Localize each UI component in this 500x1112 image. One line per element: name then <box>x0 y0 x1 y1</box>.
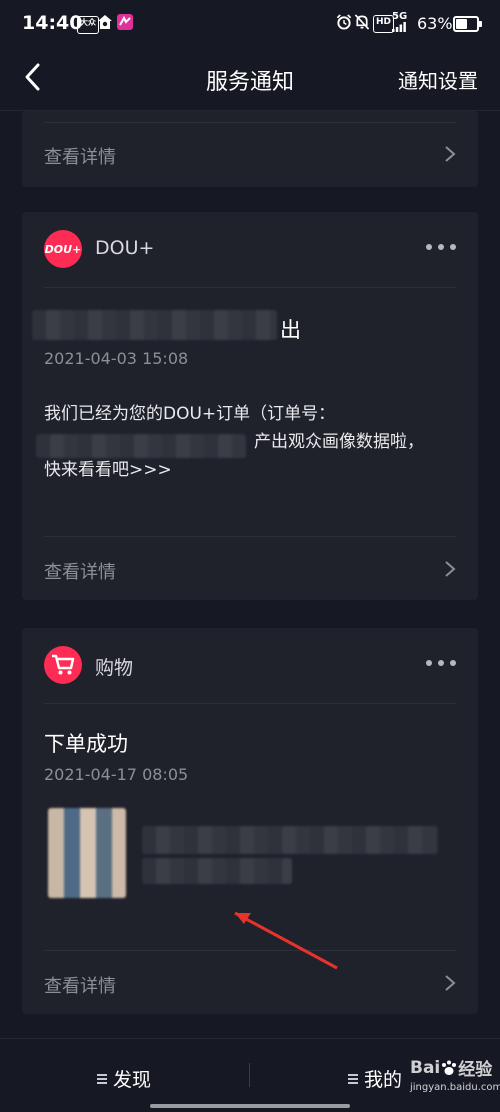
menu-icon <box>348 1073 358 1084</box>
paw-icon <box>442 1060 457 1075</box>
status-bar: 14:40 大众 HD 5G 63% <box>0 0 500 46</box>
chevron-right-icon <box>445 975 456 991</box>
dou-plus-logo-icon: DOU+ <box>44 230 82 268</box>
shopping-cart-icon <box>44 646 82 684</box>
card-divider <box>44 287 456 288</box>
card-divider <box>44 536 456 537</box>
tab-discover[interactable]: 发现 <box>97 1065 151 1092</box>
battery-nub <box>479 21 482 27</box>
notification-card-previous: 查看详情 <box>22 111 478 187</box>
dou-plus-logo-text: DOU+ <box>44 242 82 256</box>
redacted-product-name <box>142 826 438 854</box>
view-details-row[interactable]: 查看详情 <box>22 123 478 183</box>
message-line-1: 我们已经为您的DOU+订单（订单号： <box>44 404 336 424</box>
app-notification-icon <box>117 14 133 30</box>
redacted-product-detail <box>142 858 292 884</box>
tab-label: 我的 <box>364 1069 403 1091</box>
mute-bell-icon <box>354 14 370 30</box>
card-divider <box>44 703 456 704</box>
card-divider <box>44 950 456 951</box>
card-source: DOU+ <box>95 237 155 259</box>
notification-settings-button[interactable]: 通知设置 <box>398 65 478 94</box>
message-title: 下单成功 <box>44 732 128 756</box>
home-indicator[interactable] <box>150 1104 350 1108</box>
view-details-label: 查看详情 <box>44 976 116 997</box>
message-time: 2021-04-17 08:05 <box>44 765 189 784</box>
baidu-watermark: Bai 经验 jingyan.baidu.com <box>410 1055 500 1105</box>
card-source: 购物 <box>95 657 134 679</box>
message-time: 2021-04-03 15:08 <box>44 349 189 368</box>
message-line-2-tail: 产出观众画像数据啦， <box>254 432 424 452</box>
watermark-url: jingyan.baidu.com <box>410 1082 500 1093</box>
redacted-title <box>32 310 277 340</box>
home-shield-icon <box>98 15 112 29</box>
notification-card-dou: DOU+ DOU+ 出 2021-04-03 15:08 我们已经为您的DOU+… <box>22 212 478 600</box>
redacted-order-number <box>36 434 246 458</box>
5g-signal-icon: 5G <box>392 11 408 32</box>
battery-fill <box>456 19 468 29</box>
watermark-suffix: 经验 <box>458 1060 493 1080</box>
more-options-icon[interactable] <box>426 658 456 668</box>
chevron-right-icon <box>445 561 456 577</box>
more-options-icon[interactable] <box>426 242 456 252</box>
signal-label: 5G <box>392 11 408 22</box>
hd-icon: HD <box>373 15 395 33</box>
watermark-logo: Bai 经验 <box>410 1055 500 1081</box>
notification-card-shopping: 购物 下单成功 2021-04-17 08:05 查看详情 <box>22 628 478 1014</box>
message-line-3: 快来看看吧>>> <box>44 460 172 480</box>
view-details-label: 查看详情 <box>44 562 116 583</box>
chevron-right-icon <box>445 146 456 162</box>
nav-bar: 服务通知 通知设置 <box>0 46 500 111</box>
battery-percent: 63% <box>417 14 453 33</box>
tab-separator <box>249 1063 250 1087</box>
alarm-icon <box>336 14 352 30</box>
status-time: 14:40 <box>22 12 83 34</box>
watermark-brand: Bai <box>410 1057 441 1078</box>
redacted-product-image <box>48 808 126 898</box>
tab-mine[interactable]: 我的 <box>348 1065 402 1092</box>
battery-icon <box>453 16 482 32</box>
view-details-label: 查看详情 <box>44 147 116 168</box>
view-details-row[interactable]: 查看详情 <box>22 538 478 598</box>
menu-icon <box>97 1073 107 1084</box>
view-details-row[interactable]: 查看详情 <box>22 952 478 1012</box>
tab-label: 发现 <box>113 1069 152 1091</box>
message-title-tail: 出 <box>280 318 301 342</box>
hd-badge-icon: 大众 <box>77 16 99 34</box>
